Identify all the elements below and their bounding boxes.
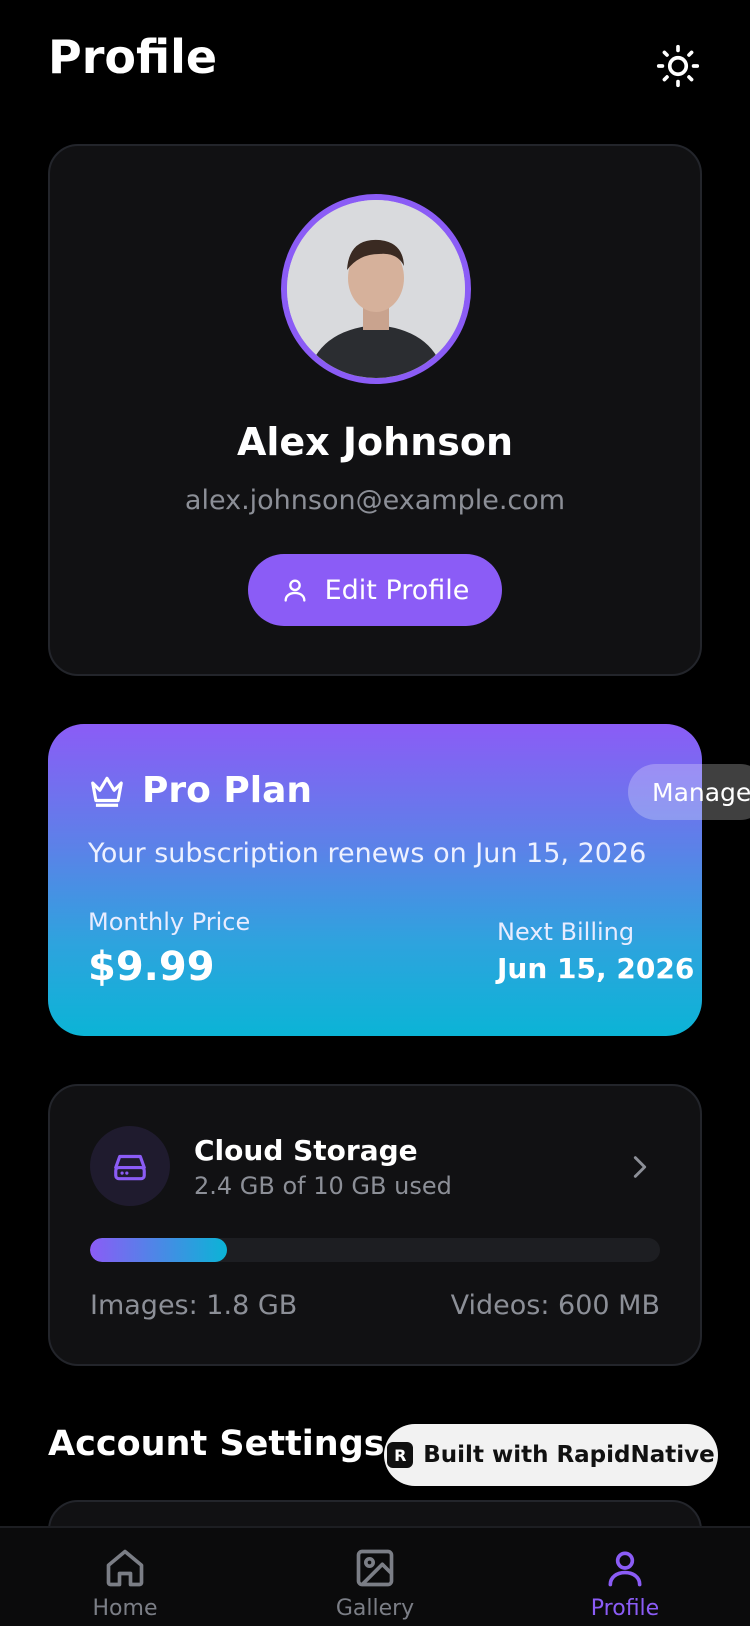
manage-button[interactable]: Manage <box>628 764 750 820</box>
storage-icon-wrap <box>90 1126 170 1206</box>
tab-profile[interactable]: Profile <box>550 1546 700 1621</box>
tab-gallery-label: Gallery <box>335 1596 415 1621</box>
videos-usage: Videos: 600 MB <box>450 1290 660 1321</box>
rapidnative-logo-icon: R <box>387 1442 414 1468</box>
hard-drive-icon <box>114 1154 146 1181</box>
image-icon <box>356 1549 394 1587</box>
storage-usage: 2.4 GB of 10 GB used <box>194 1172 452 1200</box>
built-with-badge[interactable]: R Built with RapidNative <box>384 1424 718 1486</box>
user-photo <box>287 200 465 378</box>
tab-home[interactable]: Home <box>50 1546 200 1621</box>
user-icon <box>608 1551 642 1587</box>
price-label: Monthly Price <box>88 908 251 936</box>
bottom-tab-bar: Home Gallery Profile <box>0 1526 750 1626</box>
tab-home-label: Home <box>92 1596 158 1621</box>
user-name: Alex Johnson <box>236 420 514 464</box>
billing-label: Next Billing <box>497 918 635 946</box>
edit-profile-label: Edit Profile <box>324 574 470 606</box>
sun-icon <box>656 44 700 88</box>
user-email: alex.johnson@example.com <box>184 485 566 516</box>
chevron-right-icon <box>633 1156 647 1178</box>
tab-gallery[interactable]: Gallery <box>300 1546 450 1621</box>
billing-date: Jun 15, 2026 <box>497 952 695 985</box>
home-icon <box>106 1549 144 1587</box>
crown-icon <box>91 776 123 807</box>
plan-header: Pro Plan <box>88 770 312 811</box>
storage-title: Cloud Storage <box>194 1134 418 1167</box>
renewal-text: Your subscription renews on Jun 15, 2026 <box>88 838 647 869</box>
edit-profile-button[interactable]: Edit Profile <box>248 554 502 626</box>
tab-profile-label: Profile <box>590 1596 660 1621</box>
section-title-account-settings: Account Settings <box>48 1424 385 1464</box>
theme-toggle-button[interactable] <box>652 40 704 92</box>
storage-progress-bar <box>90 1238 660 1262</box>
plan-title: Pro Plan <box>142 770 313 811</box>
storage-progress-fill <box>90 1238 227 1262</box>
avatar <box>281 194 471 384</box>
built-with-label: Built with RapidNative <box>423 1442 715 1468</box>
storage-card[interactable] <box>48 1084 702 1366</box>
user-icon <box>284 579 306 602</box>
page-title: Profile <box>48 30 218 84</box>
images-usage: Images: 1.8 GB <box>90 1290 298 1321</box>
price-value: $9.99 <box>88 944 215 990</box>
